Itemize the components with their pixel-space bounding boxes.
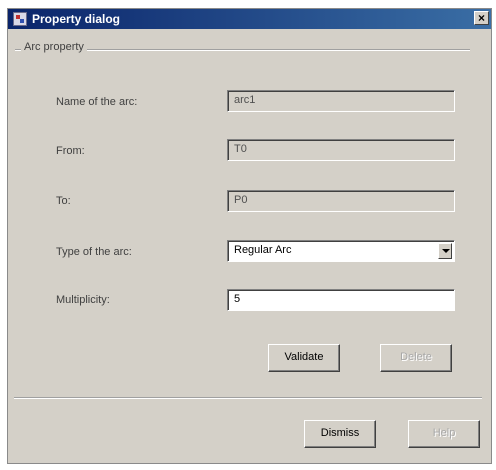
dismiss-button[interactable]: Dismiss <box>304 420 376 448</box>
property-dialog-window: Property dialog × Arc property Name of t… <box>7 8 492 464</box>
to-label: To: <box>56 195 71 207</box>
from-label: From: <box>56 145 85 157</box>
multiplicity-label: Multiplicity: <box>56 294 110 306</box>
from-field[interactable]: T0 <box>227 139 455 161</box>
group-legend: Arc property <box>21 41 87 53</box>
arc-type-select[interactable]: Regular Arc <box>227 240 455 262</box>
arc-type-value: Regular Arc <box>234 244 292 256</box>
to-field[interactable]: P0 <box>227 190 455 212</box>
delete-button[interactable]: Delete <box>380 344 452 372</box>
name-label: Name of the arc: <box>56 96 138 108</box>
name-field[interactable]: arc1 <box>227 90 455 112</box>
app-icon <box>13 12 27 26</box>
close-button[interactable]: × <box>474 11 489 25</box>
title-bar[interactable]: Property dialog × <box>8 9 491 29</box>
footer-separator <box>14 397 482 399</box>
window-title: Property dialog <box>32 12 121 26</box>
validate-button[interactable]: Validate <box>268 344 340 372</box>
multiplicity-input[interactable]: 5 <box>227 289 455 311</box>
chevron-down-icon[interactable] <box>438 243 452 259</box>
help-button[interactable]: Help <box>408 420 480 448</box>
type-label: Type of the arc: <box>56 246 132 258</box>
